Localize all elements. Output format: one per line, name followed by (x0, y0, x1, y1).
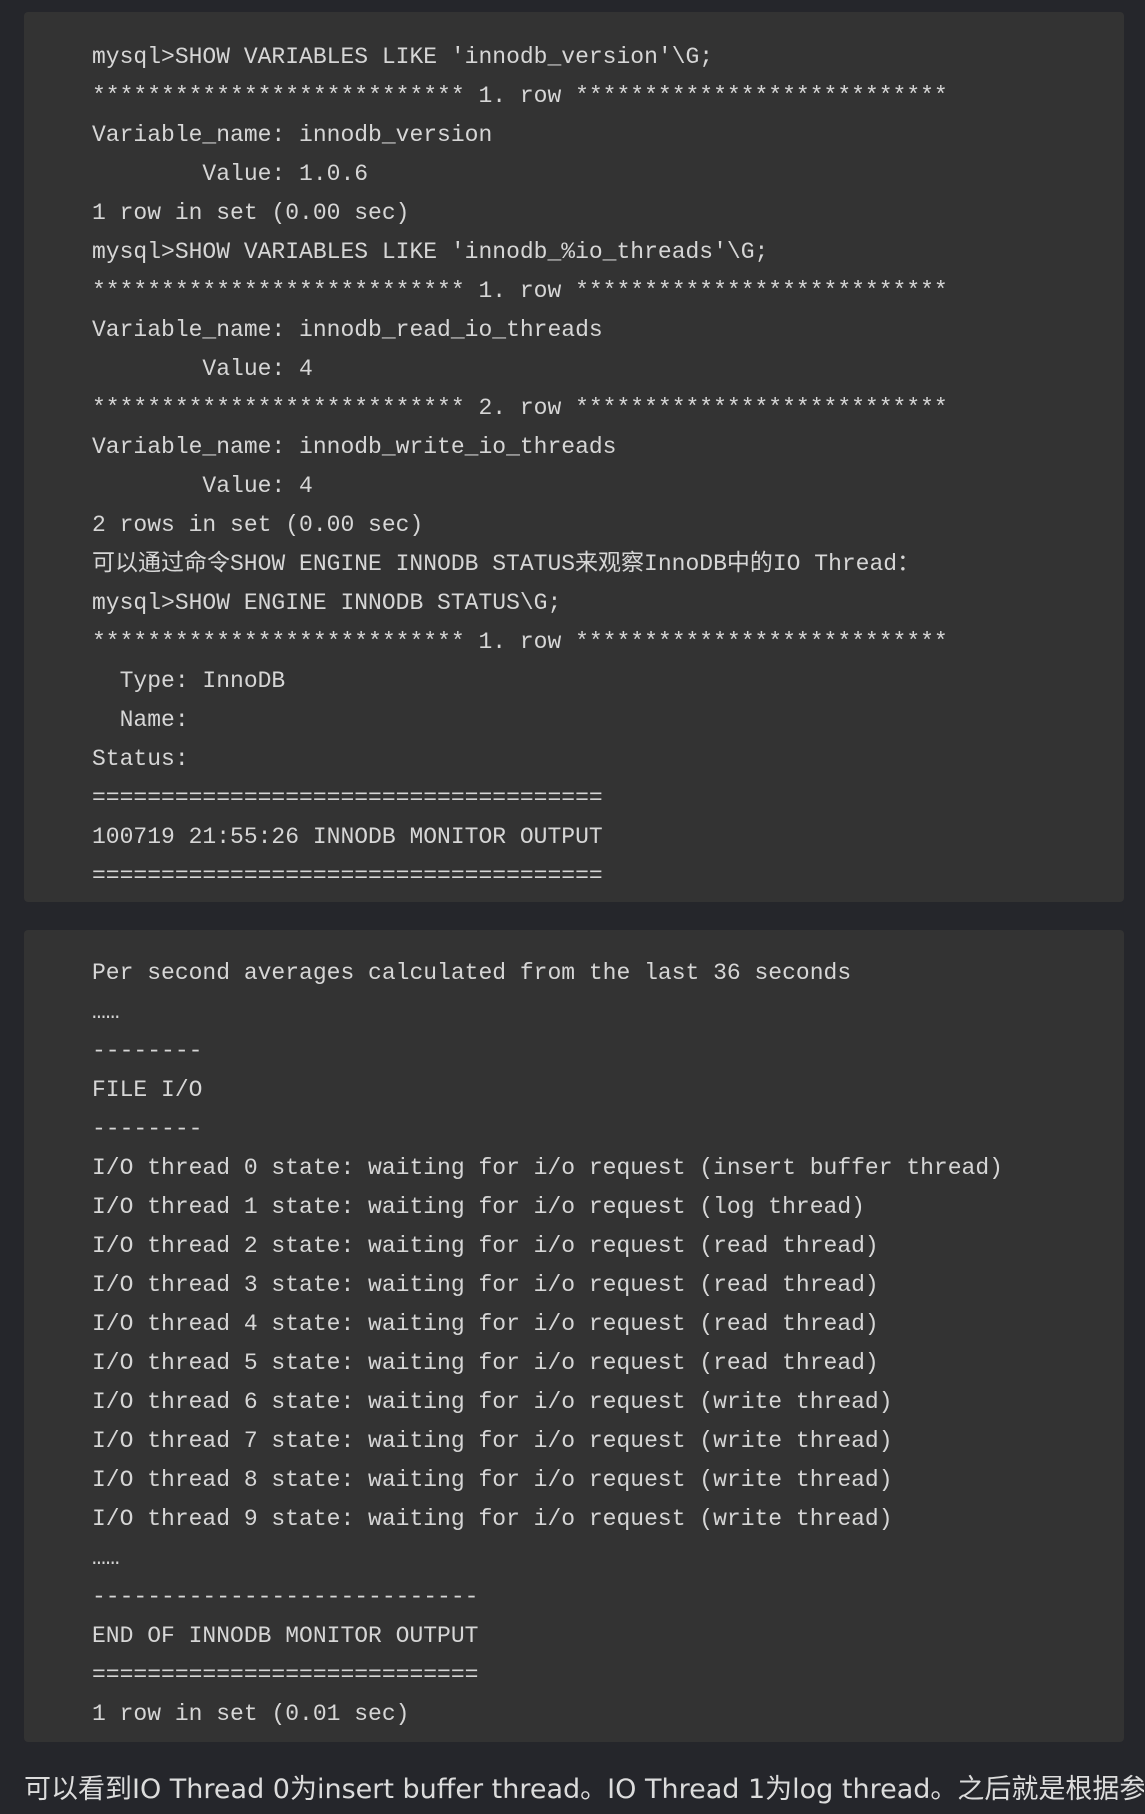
code-line: mysql>SHOW VARIABLES LIKE 'innodb_versio… (92, 44, 714, 70)
code-line: Type: InnoDB (92, 668, 286, 694)
code-line: I/O thread 2 state: waiting for i/o requ… (92, 1233, 879, 1259)
code-line: 100719 21:55:26 INNODB MONITOR OUTPUT (92, 824, 603, 850)
code-line: I/O thread 9 state: waiting for i/o requ… (92, 1506, 893, 1532)
code-line: ============================ (92, 1662, 479, 1688)
code-line: I/O thread 7 state: waiting for i/o requ… (92, 1428, 893, 1454)
code-line: *************************** 2. row *****… (92, 395, 948, 421)
code-line: I/O thread 5 state: waiting for i/o requ… (92, 1350, 879, 1376)
code-block-innodb-status: Per second averages calculated from the … (24, 930, 1124, 1742)
code-line: Variable_name: innodb_version (92, 122, 493, 148)
code-line: …… (92, 1545, 120, 1571)
code-line: I/O thread 1 state: waiting for i/o requ… (92, 1194, 865, 1220)
code-line: Value: 4 (92, 473, 313, 499)
code-line: Value: 1.0.6 (92, 161, 369, 187)
code-line: Status: (92, 746, 189, 772)
code-line: Variable_name: innodb_read_io_threads (92, 317, 603, 343)
code-line: I/O thread 0 state: waiting for i/o requ… (92, 1155, 1003, 1181)
code-block-mysql-variables: mysql>SHOW VARIABLES LIKE 'innodb_versio… (24, 12, 1124, 902)
code-line: Name: (92, 707, 189, 733)
code-line: I/O thread 4 state: waiting for i/o requ… (92, 1311, 879, 1337)
code-line: 可以通过命令SHOW ENGINE INNODB STATUS来观察InnoDB… (92, 551, 921, 577)
code-line: Per second averages calculated from the … (92, 960, 852, 986)
code-line: I/O thread 8 state: waiting for i/o requ… (92, 1467, 893, 1493)
code-line: Value: 4 (92, 356, 313, 382)
code-line: …… (92, 999, 120, 1025)
code-line: *************************** 1. row *****… (92, 629, 948, 655)
code-line: Variable_name: innodb_write_io_threads (92, 434, 617, 460)
code-line: 1 row in set (0.01 sec) (92, 1701, 410, 1727)
code-line: ===================================== (92, 785, 603, 811)
code-line: ===================================== (92, 863, 603, 889)
code-line: FILE I/O (92, 1077, 203, 1103)
code-line: *************************** 1. row *****… (92, 278, 948, 304)
code-line: END OF INNODB MONITOR OUTPUT (92, 1623, 479, 1649)
code-line: I/O thread 6 state: waiting for i/o requ… (92, 1389, 893, 1415)
code-line: ---------------------------- (92, 1584, 479, 1610)
code-line: 2 rows in set (0.00 sec) (92, 512, 424, 538)
article-paragraph: 可以看到IO Thread 0为insert buffer thread。IO … (24, 1774, 1144, 1805)
code-line: mysql>SHOW ENGINE INNODB STATUS\G; (92, 590, 562, 616)
code-line: 1 row in set (0.00 sec) (92, 200, 410, 226)
code-line: -------- (92, 1116, 203, 1142)
code-line: *************************** 1. row *****… (92, 83, 948, 109)
code-line: -------- (92, 1038, 203, 1064)
code-line: I/O thread 3 state: waiting for i/o requ… (92, 1272, 879, 1298)
code-line: mysql>SHOW VARIABLES LIKE 'innodb_%io_th… (92, 239, 769, 265)
